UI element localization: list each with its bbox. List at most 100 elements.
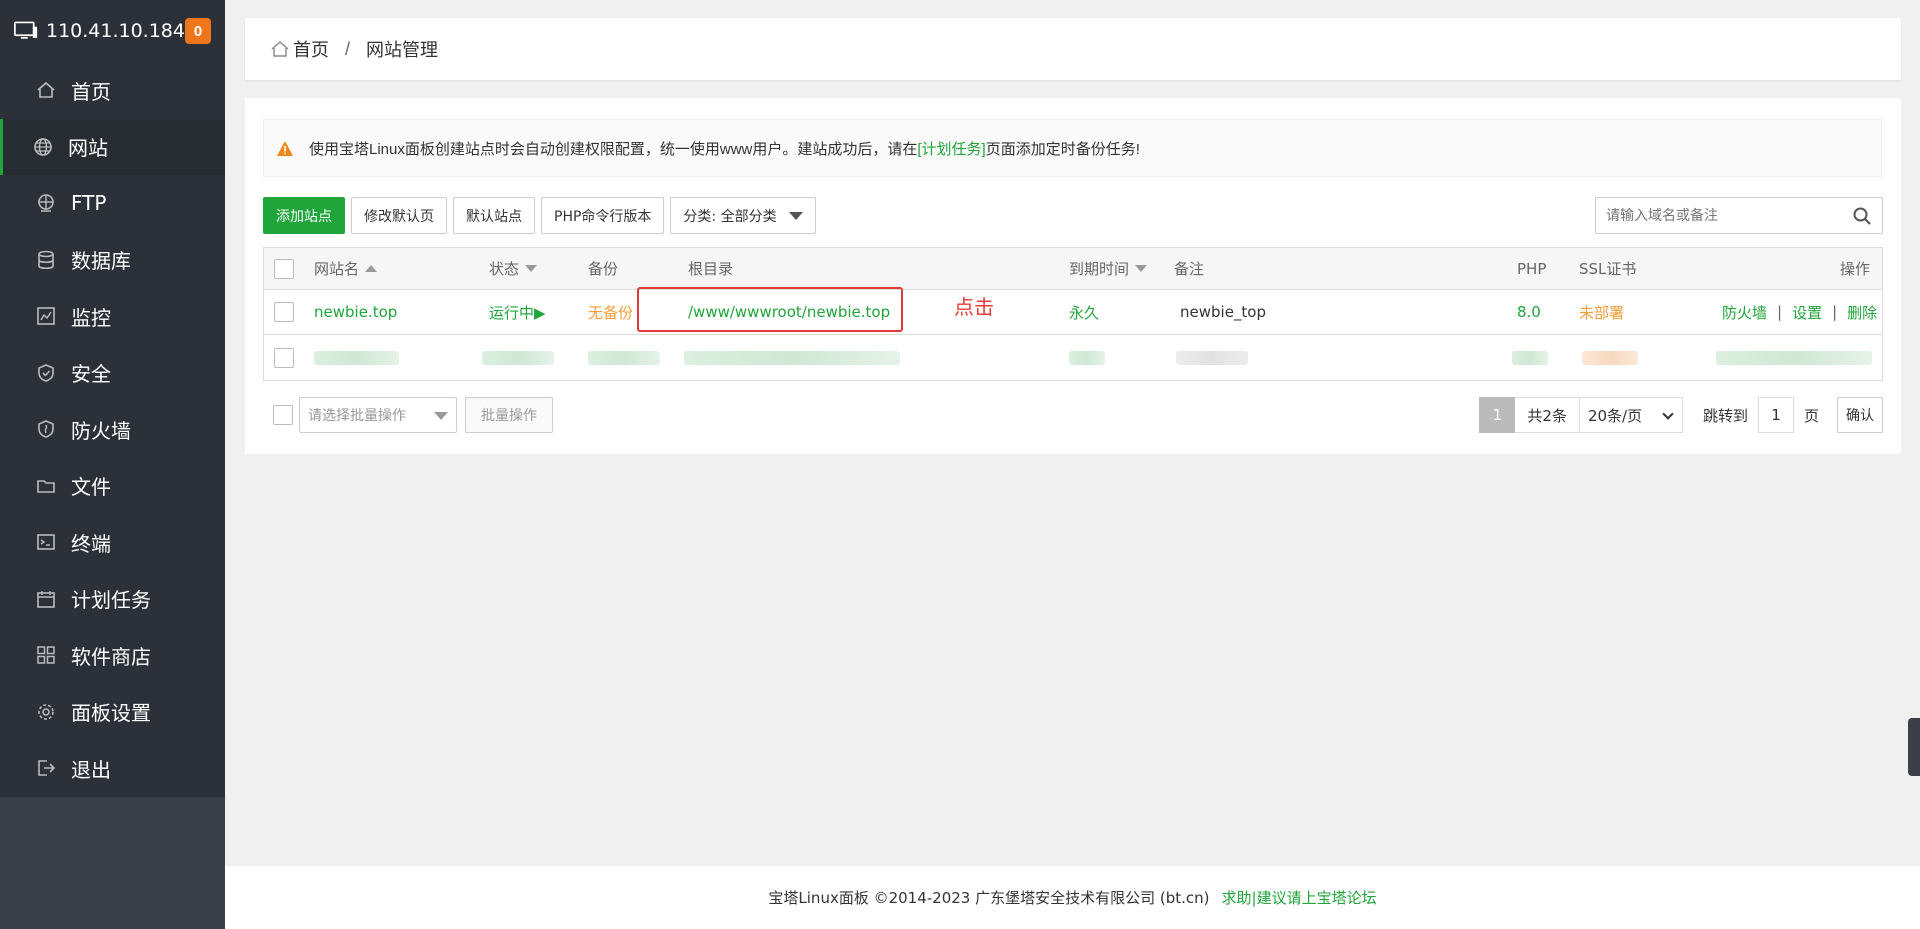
sidebar-item-firewall[interactable]: 防火墙	[0, 401, 225, 458]
highlight-box	[637, 287, 903, 332]
site-note[interactable]: newbie_top	[1180, 290, 1266, 334]
home-icon	[271, 41, 289, 57]
sidebar-item-monitor[interactable]: 监控	[0, 288, 225, 345]
page-size-label: 20条/页	[1587, 406, 1643, 425]
sidebar-item-files[interactable]: 文件	[0, 458, 225, 515]
sidebar-item-database[interactable]: 数据库	[0, 232, 225, 289]
edit-default-page-button[interactable]: 修改默认页	[351, 197, 447, 234]
sidebar-item-ftp[interactable]: FTP	[0, 175, 225, 232]
caret-down-icon	[434, 412, 448, 420]
jump-confirm-button[interactable]: 确认	[1837, 397, 1883, 433]
gear-icon	[38, 703, 54, 720]
copyright-text: 宝塔Linux面板 ©2014-2023 广东堡塔安全技术有限公司 (bt.cn…	[768, 889, 1210, 907]
sidebar-item-security[interactable]: 安全	[0, 345, 225, 402]
header-status[interactable]: 状态	[489, 248, 538, 289]
blurred-cell	[1512, 351, 1548, 365]
sidebar-item-label: 文件	[71, 475, 111, 500]
row-checkbox[interactable]	[274, 347, 294, 368]
category-select[interactable]: 分类: 全部分类	[670, 197, 816, 234]
sidebar-item-cron[interactable]: 计划任务	[0, 571, 225, 628]
header-php: PHP	[1517, 259, 1547, 278]
side-feedback-widget[interactable]	[1908, 718, 1920, 776]
table-footer: 请选择批量操作 批量操作 1 共2条 20条/页 跳转到 1 页 确认	[263, 397, 1883, 433]
info-alert: 使用宝塔Linux面板创建站点时会自动创建权限配置，统一使用www用户。建站成功…	[263, 119, 1882, 177]
sidebar-item-settings[interactable]: 面板设置	[0, 684, 225, 741]
sidebar-menu: 首页 网站 FTP 数据库 监控 安全 防火墙 文件 终端 计划任务 软件商店 …	[0, 62, 225, 797]
sidebar-item-label: 面板设置	[71, 701, 151, 726]
calendar-icon	[37, 590, 55, 608]
page-current[interactable]: 1	[1479, 397, 1516, 433]
chevron-down-icon	[1662, 408, 1674, 420]
shield-icon	[38, 363, 54, 382]
ftp-icon	[38, 194, 54, 212]
blurred-cell	[684, 351, 900, 365]
select-all-bottom-checkbox[interactable]	[273, 405, 293, 425]
blurred-cell	[482, 351, 554, 365]
site-name-link[interactable]: newbie.top	[314, 290, 397, 334]
globe-icon	[34, 137, 52, 156]
header-site-name[interactable]: 网站名	[314, 248, 378, 289]
sidebar-item-home[interactable]: 首页	[0, 62, 225, 119]
pagination: 1 共2条 20条/页 跳转到 1 页 确认	[1479, 397, 1883, 433]
op-separator: |	[1832, 303, 1838, 321]
site-status-toggle[interactable]: 运行中▶	[489, 290, 546, 334]
footer: 宝塔Linux面板 ©2014-2023 广东堡塔安全技术有限公司 (bt.cn…	[225, 866, 1920, 929]
header-root: 根目录	[688, 260, 734, 278]
header-label: 到期时间	[1069, 260, 1130, 278]
expire-link[interactable]: 永久	[1069, 290, 1099, 334]
click-annotation: 点击	[954, 295, 994, 319]
firewall-link[interactable]: 防火墙	[1722, 302, 1767, 323]
add-site-button[interactable]: 添加站点	[263, 197, 345, 234]
ssl-status-link[interactable]: 未部署	[1579, 290, 1624, 334]
breadcrumb: 首页 / 网站管理	[245, 18, 1901, 80]
toolbar: 添加站点 修改默认页 默认站点 PHP命令行版本 分类: 全部分类	[263, 197, 816, 234]
notification-badge[interactable]: 0	[185, 18, 211, 44]
monitor-chart-icon	[37, 307, 55, 326]
blurred-cell	[1582, 351, 1638, 365]
sidebar-item-label: 安全	[71, 362, 111, 387]
header-note: 备注	[1174, 260, 1205, 278]
sidebar-item-store[interactable]: 软件商店	[0, 627, 225, 684]
folder-icon	[37, 479, 55, 493]
php-version-link[interactable]: 8.0	[1517, 290, 1541, 334]
settings-link[interactable]: 设置	[1792, 302, 1822, 323]
op-separator: |	[1777, 303, 1783, 321]
blurred-cell	[1069, 351, 1105, 365]
jump-page-input[interactable]: 1	[1757, 397, 1794, 433]
terminal-icon	[37, 534, 55, 551]
row-checkbox[interactable]	[274, 302, 294, 322]
breadcrumb-home[interactable]: 首页	[293, 36, 329, 62]
php-cli-version-button[interactable]: PHP命令行版本	[541, 197, 665, 234]
select-all-checkbox[interactable]	[274, 258, 294, 279]
jump-label: 跳转到	[1702, 406, 1748, 425]
forum-link[interactable]: 求助|建议请上宝塔论坛	[1222, 887, 1377, 908]
breadcrumb-current: 网站管理	[366, 40, 439, 60]
sidebar-item-terminal[interactable]: 终端	[0, 514, 225, 571]
default-site-button[interactable]: 默认站点	[453, 197, 535, 234]
header-ops: 操作	[1840, 260, 1871, 278]
server-ip: 110.41.10.184	[45, 20, 185, 42]
server-header: 110.41.10.184 0	[0, 0, 225, 62]
table-row: newbie.top 运行中▶ 无备份 /www/wwwroot/newbie.…	[264, 290, 1882, 335]
alert-text: 使用宝塔Linux面板创建站点时会自动创建权限配置，统一使用www用户。建站成功…	[309, 140, 918, 158]
delete-link[interactable]: 删除	[1847, 302, 1877, 323]
apps-icon	[37, 646, 55, 664]
header-expire[interactable]: 到期时间	[1069, 248, 1148, 289]
batch-action-select[interactable]: 请选择批量操作	[299, 397, 457, 433]
sidebar-item-website[interactable]: 网站	[0, 118, 225, 175]
batch-action-button[interactable]: 批量操作	[465, 397, 553, 433]
site-management-panel: 使用宝塔Linux面板创建站点时会自动创建权限配置，统一使用www用户。建站成功…	[245, 98, 1901, 454]
sidebar-item-label: FTP	[71, 191, 107, 216]
caret-down-icon	[788, 211, 803, 220]
batch-select-label: 请选择批量操作	[308, 408, 406, 424]
alert-text-tail: 页面添加定时备份任务!	[985, 140, 1140, 158]
search-input[interactable]	[1596, 198, 1852, 233]
page-size-select[interactable]: 20条/页	[1579, 397, 1683, 433]
sidebar-item-label: 终端	[71, 531, 111, 556]
sidebar-item-logout[interactable]: 退出	[0, 740, 225, 797]
blurred-cell	[1716, 351, 1872, 365]
breadcrumb-separator: /	[345, 38, 351, 59]
backup-link[interactable]: 无备份	[588, 290, 633, 334]
search-icon[interactable]	[1852, 206, 1872, 226]
cron-task-link[interactable]: [计划任务]	[917, 138, 985, 159]
